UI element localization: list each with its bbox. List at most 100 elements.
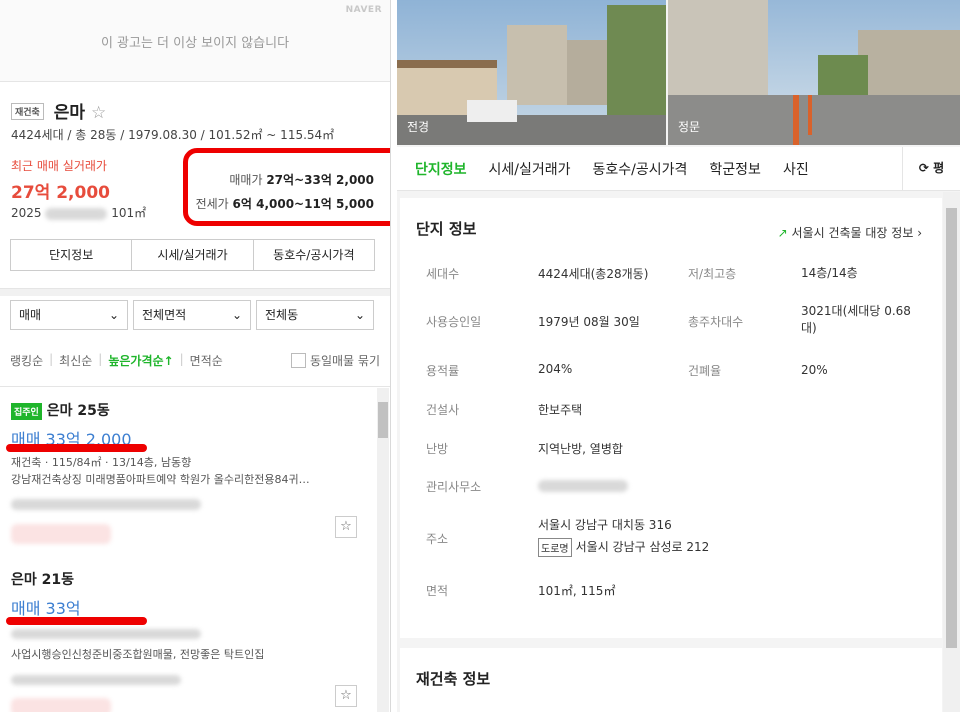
chevron-down-icon: ⌄ (231, 308, 242, 322)
ad-banner: NAVER 이 광고는 더 이상 보이지 않습니다 (0, 0, 390, 82)
dong-select[interactable]: 전체동 ⌄ (256, 300, 374, 330)
jeonse-price-row: 전세가 6억 4,000~11억 5,000 (196, 195, 374, 212)
sort-latest[interactable]: 최신순 (59, 352, 92, 369)
info-key: 주소 (426, 532, 449, 546)
tab-price[interactable]: 시세/실거래가 (489, 159, 571, 179)
pyeong-toggle-button[interactable]: ⟳ 평 (902, 147, 960, 190)
scrollbar-thumb[interactable] (378, 402, 388, 438)
jeonse-price-label: 전세가 (195, 197, 229, 211)
info-key: 난방 (426, 442, 449, 456)
group-label: 동일매물 묶기 (309, 354, 380, 368)
info-key: 사용승인일 (426, 315, 482, 329)
tab-info[interactable]: 단지정보 (415, 159, 467, 179)
tab-photos[interactable]: 사진 (783, 159, 809, 179)
tab-units[interactable]: 동호수/공시가격 (593, 159, 688, 179)
favorite-star-icon[interactable]: ☆ (335, 685, 357, 707)
road-address: 도로명 서울시 강남구 삼성로 212 (538, 538, 709, 557)
complex-title: 재건축 은마 ☆ (11, 98, 106, 123)
complex-info-card: 단지 정보 ↗ 서울시 건축물 대장 정보 › 세대수 4424세대(총28개동)… (400, 198, 942, 638)
recent-price: 27억 2,000 (11, 183, 110, 203)
listing-name: 은마 21동 (11, 572, 74, 588)
link-icon: ↗ (777, 226, 788, 240)
listing-title: 집주인 은마 25동 (11, 400, 361, 420)
scrollbar-thumb[interactable] (946, 208, 957, 648)
listing-desc: 사업시행승인신청준비중조합원매물, 전망좋은 탁트인집 (11, 648, 265, 661)
dong-value: 전체동 (265, 308, 299, 322)
chevron-down-icon: ⌄ (354, 308, 365, 322)
road-address-value: 서울시 강남구 삼성로 212 (575, 540, 710, 554)
info-key: 저/최고층 (688, 267, 737, 281)
left-tab-price[interactable]: 시세/실거래가 (132, 240, 254, 270)
group-same-listing[interactable]: 동일매물 묶기 (290, 352, 380, 369)
info-key: 세대수 (426, 267, 460, 281)
redaction-bar (6, 617, 147, 625)
info-value: 101㎡, 115㎡ (538, 584, 616, 598)
divider (0, 288, 390, 296)
sort-high-price[interactable]: 높은가격순↑ (108, 352, 173, 369)
info-value: 서울시 강남구 대치동 316 (538, 518, 672, 532)
favorite-star-icon[interactable]: ☆ (91, 103, 106, 123)
blurred-tag (11, 697, 111, 712)
listing-spec: 재건축 · 115/84㎡ · 13/14층, 남동향 (11, 456, 192, 469)
listing-price: 매매 33억 (11, 599, 81, 618)
right-tab-bar: 단지정보 시세/실거래가 동호수/공시가격 학군정보 사진 ⟳ 평 (397, 147, 960, 191)
photo-gate[interactable]: 정문 (668, 0, 960, 145)
area-select[interactable]: 전체면적 ⌄ (133, 300, 251, 330)
list-item[interactable]: 은마 21동 매매 33억 사업시행승인신청준비중조합원매물, 전망좋은 탁트인… (11, 569, 361, 712)
blurred-text (11, 674, 181, 685)
sale-price-label: 매매가 (229, 173, 263, 187)
checkbox[interactable] (290, 353, 306, 368)
area-value: 전체면적 (142, 308, 187, 322)
sort-rank[interactable]: 랭킹순 (10, 352, 43, 369)
right-scrollbar[interactable] (943, 192, 960, 712)
blurred-text (11, 628, 201, 639)
blurred-badge (11, 696, 361, 712)
list-item[interactable]: 집주인 은마 25동 매매 33억 2,000 재건축 · 115/84㎡ · … (11, 400, 361, 544)
blurred-date (45, 207, 108, 220)
photo-strip: 전경 정문 (397, 0, 960, 145)
blurred-tag (11, 523, 111, 544)
ad-message: 이 광고는 더 이상 보이지 않습니다 (100, 36, 290, 51)
trade-type-value: 매매 (19, 308, 42, 322)
info-key: 관리사무소 (426, 480, 482, 494)
rebuild-tag: 재건축 (11, 102, 44, 120)
blurred-info (11, 669, 361, 688)
rebuild-heading: 재건축 정보 (416, 670, 491, 688)
ad-brand: NAVER (345, 5, 382, 15)
tab-school[interactable]: 학군정보 (709, 159, 761, 179)
complex-name: 은마 (53, 103, 86, 123)
info-key: 건설사 (426, 403, 460, 417)
list-divider (0, 386, 390, 387)
info-key: 면적 (426, 584, 449, 598)
sort-divider: | (98, 352, 103, 366)
info-value: 4424세대(총28개동) (538, 267, 649, 281)
redaction-bar (6, 444, 147, 452)
info-key: 건폐율 (688, 364, 722, 378)
favorite-star-icon[interactable]: ☆ (335, 516, 357, 538)
left-tab-units[interactable]: 동호수/공시가격 (254, 240, 374, 270)
info-value: 204% (538, 362, 573, 376)
left-tab-info[interactable]: 단지정보 (11, 240, 133, 270)
left-panel: NAVER 이 광고는 더 이상 보이지 않습니다 재건축 은마 ☆ 4424세… (0, 0, 391, 712)
photo-caption-gate: 정문 (678, 120, 701, 134)
trade-type-select[interactable]: 매매 ⌄ (10, 300, 128, 330)
info-value (538, 478, 628, 492)
photo-caption-front: 전경 (407, 120, 430, 134)
building-registry-link[interactable]: ↗ 서울시 건축물 대장 정보 › (778, 224, 922, 241)
info-value: 1979년 08월 30일 (538, 315, 640, 329)
recent-area: 101㎡ (111, 206, 147, 220)
sort-area[interactable]: 면적순 (190, 352, 223, 369)
right-panel: 전경 정문 단지정보 시세/실거래가 동호수/공시가격 학군정보 사진 ⟳ 평 … (397, 0, 960, 712)
complex-meta: 4424세대 / 총 28동 / 1979.08.30 / 101.52㎡ ~ … (11, 128, 335, 142)
refresh-icon: ⟳ (918, 161, 929, 175)
blurred-info (11, 494, 361, 513)
gate-photo-image (668, 0, 960, 145)
list-scrollbar[interactable] (377, 388, 389, 712)
chevron-down-icon: ⌄ (108, 308, 119, 322)
pyeong-label: 평 (933, 161, 945, 175)
sale-price-row: 매매가 27억~33억 2,000 (229, 171, 374, 188)
rebuild-info-card: 재건축 정보 (400, 648, 942, 712)
photo-front[interactable]: 전경 (397, 0, 666, 145)
blurred-spec (11, 623, 361, 642)
jeonse-price-value: 6억 4,000~11억 5,000 (232, 197, 374, 211)
